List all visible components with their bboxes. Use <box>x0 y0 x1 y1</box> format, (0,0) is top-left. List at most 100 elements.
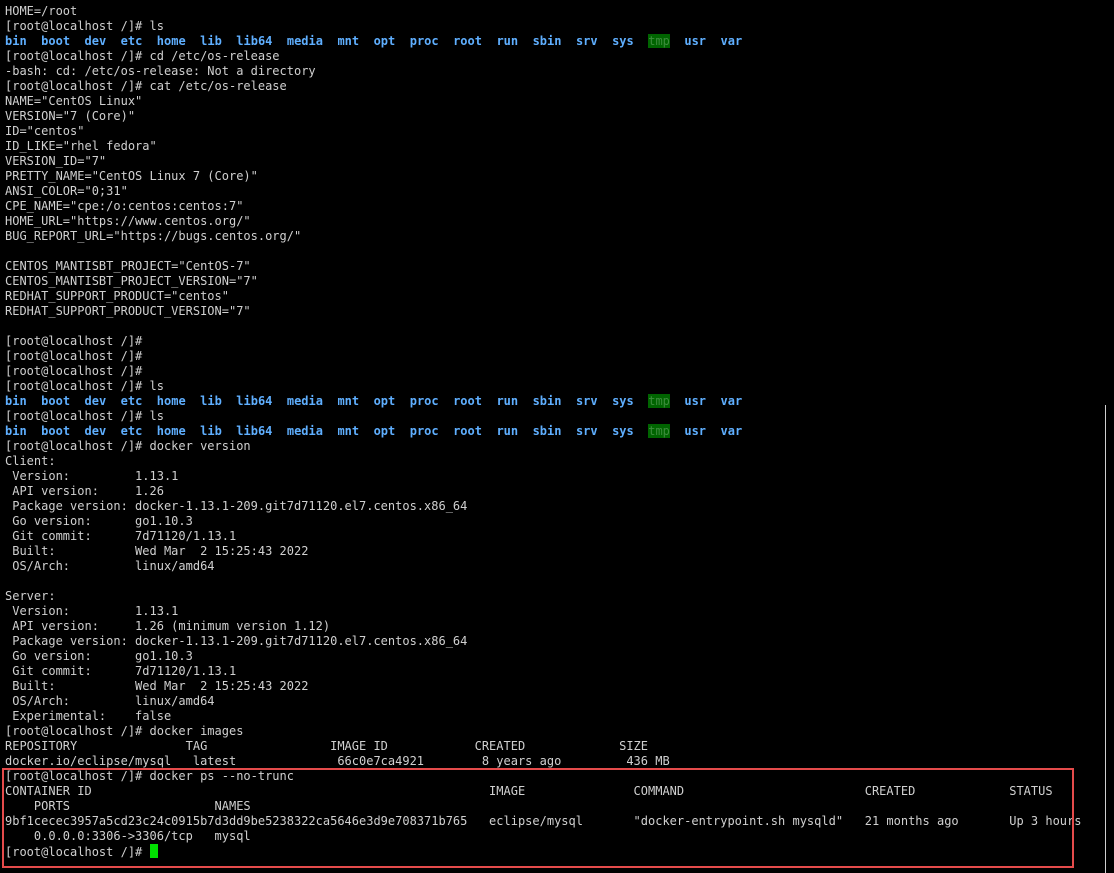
terminal-line: Version: 1.13.1 <box>5 469 179 483</box>
terminal-line: -bash: cd: /etc/os-release: Not a direct… <box>5 64 316 78</box>
ls-entry-srv: srv <box>575 34 598 48</box>
ls-entry-usr: usr <box>684 424 707 438</box>
ls-entry-usr: usr <box>684 34 707 48</box>
terminal-line: VERSION="7 (Core)" <box>5 109 136 123</box>
ls-entry-dev: dev <box>84 34 107 48</box>
terminal-line: REDHAT_SUPPORT_PRODUCT_VERSION="7" <box>5 304 251 318</box>
terminal-line: [root@localhost /]# docker version <box>5 439 251 453</box>
terminal-line: [root@localhost /]# <box>5 364 143 378</box>
terminal-line: Version: 1.13.1 <box>5 604 179 618</box>
terminal-line: [root@localhost /]# ls <box>5 409 164 423</box>
ls-entry-etc: etc <box>120 394 143 408</box>
terminal-line: HOME=/root <box>5 4 78 18</box>
ls-entry-lib64: lib64 <box>236 34 273 48</box>
ls-entry-home: home <box>156 394 186 408</box>
scrollbar[interactable] <box>1105 405 1106 873</box>
ls-entry-sys: sys <box>612 394 634 408</box>
terminal-line: PORTS NAMES <box>5 799 251 813</box>
terminal-line: Built: Wed Mar 2 15:25:43 2022 <box>5 544 309 558</box>
ls-entry-media: media <box>286 424 323 438</box>
ls-entry-mnt: mnt <box>337 34 360 48</box>
terminal-line: Git commit: 7d71120/1.13.1 <box>5 664 237 678</box>
terminal-line: 0.0.0.0:3306->3306/tcp mysql <box>5 829 251 843</box>
ls-entry-boot: boot <box>41 394 71 408</box>
ls-output-line: bin boot dev etc home lib lib64 media mn… <box>5 34 1105 49</box>
terminal-line: Server: <box>5 589 56 603</box>
terminal-line: 9bf1cecec3957a5cd23c24c0915b7d3dd9be5238… <box>5 814 1082 828</box>
ls-entry-dev: dev <box>84 394 107 408</box>
terminal-line: OS/Arch: linux/amd64 <box>5 694 215 708</box>
ls-entry-root: root <box>453 394 482 408</box>
terminal-line: Client: <box>5 454 56 468</box>
terminal-output[interactable]: HOME=/root [root@localhost /]# ls bin boot… <box>5 4 1105 859</box>
ls-entry-proc: proc <box>409 394 439 408</box>
terminal-line: docker.io/eclipse/mysql latest 66c0e7ca4… <box>5 754 670 768</box>
prompt-text: [root@localhost /]# <box>5 845 150 859</box>
ls-entry-srv: srv <box>575 394 598 408</box>
ls-entry-opt: opt <box>373 34 396 48</box>
ls-entry-sys: sys <box>612 34 634 48</box>
terminal-line: API version: 1.26 (minimum version 1.12) <box>5 619 331 633</box>
terminal-line: OS/Arch: linux/amd64 <box>5 559 215 573</box>
terminal-line: [root@localhost /]# ls <box>5 19 164 33</box>
current-prompt-line: [root@localhost /]# <box>5 844 1105 859</box>
ls-entry-lib: lib <box>200 424 222 438</box>
terminal-line: VERSION_ID="7" <box>5 154 107 168</box>
cursor-block[interactable] <box>149 844 158 858</box>
ls-entry-proc: proc <box>409 424 439 438</box>
terminal-line: Git commit: 7d71120/1.13.1 <box>5 529 237 543</box>
ls-entry-etc: etc <box>120 424 143 438</box>
ls-entry-bin: bin <box>5 34 27 48</box>
terminal-line: Go version: go1.10.3 <box>5 649 193 663</box>
terminal-line: REPOSITORY TAG IMAGE ID CREATED SIZE <box>5 739 648 753</box>
terminal-line: Experimental: false <box>5 709 172 723</box>
ls-entry-srv: srv <box>575 424 598 438</box>
ls-entry-root: root <box>453 34 482 48</box>
terminal-line: Package version: docker-1.13.1-209.git7d… <box>5 634 468 648</box>
terminal-line: [root@localhost /]# <box>5 349 143 363</box>
terminal-line: CONTAINER ID IMAGE COMMAND CREATED STATU… <box>5 784 1053 798</box>
ls-entry-opt: opt <box>373 424 396 438</box>
terminal-line: NAME="CentOS Linux" <box>5 94 143 108</box>
ls-entry-proc: proc <box>409 34 439 48</box>
ls-entry-run: run <box>496 34 519 48</box>
terminal-line: BUG_REPORT_URL="https://bugs.centos.org/… <box>5 229 302 243</box>
ls-entry-root: root <box>453 424 482 438</box>
ls-entry-boot: boot <box>41 424 71 438</box>
terminal-line: Built: Wed Mar 2 15:25:43 2022 <box>5 679 309 693</box>
ls-entry-tmp: tmp <box>648 424 670 438</box>
terminal-line: ANSI_COLOR="0;31" <box>5 184 128 198</box>
ls-entry-home: home <box>156 34 186 48</box>
ls-entry-home: home <box>156 424 186 438</box>
ls-entry-run: run <box>496 424 519 438</box>
terminal-line: [root@localhost /]# cat /etc/os-release <box>5 79 287 93</box>
ls-entry-media: media <box>286 34 323 48</box>
ls-output-line: bin boot dev etc home lib lib64 media mn… <box>5 424 1105 439</box>
terminal-line: ID_LIKE="rhel fedora" <box>5 139 157 153</box>
ls-entry-sys: sys <box>612 424 634 438</box>
ls-entry-var: var <box>720 424 743 438</box>
ls-entry-dev: dev <box>84 424 107 438</box>
ls-output-line: bin boot dev etc home lib lib64 media mn… <box>5 394 1105 409</box>
ls-entry-sbin: sbin <box>532 424 562 438</box>
ls-entry-mnt: mnt <box>337 394 360 408</box>
ls-entry-tmp: tmp <box>648 394 670 408</box>
ls-entry-usr: usr <box>684 394 707 408</box>
ls-entry-lib: lib <box>200 34 222 48</box>
terminal-line: PRETTY_NAME="CentOS Linux 7 (Core)" <box>5 169 258 183</box>
terminal-line: Package version: docker-1.13.1-209.git7d… <box>5 499 468 513</box>
ls-entry-run: run <box>496 394 519 408</box>
ls-entry-lib: lib <box>200 394 222 408</box>
ls-entry-bin: bin <box>5 424 27 438</box>
ls-entry-bin: bin <box>5 394 27 408</box>
terminal-line: CPE_NAME="cpe:/o:centos:centos:7" <box>5 199 244 213</box>
ls-entry-sbin: sbin <box>532 34 562 48</box>
ls-entry-sbin: sbin <box>532 394 562 408</box>
ls-entry-lib64: lib64 <box>236 394 273 408</box>
ls-entry-tmp: tmp <box>648 34 670 48</box>
ls-entry-var: var <box>720 34 743 48</box>
terminal-line: [root@localhost /]# ls <box>5 379 164 393</box>
